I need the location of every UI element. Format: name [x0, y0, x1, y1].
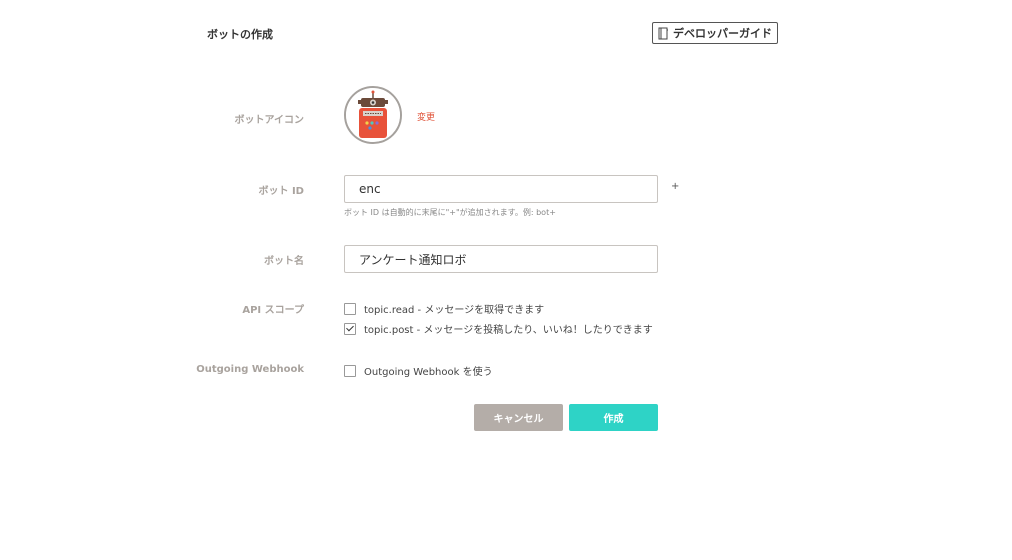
- create-button[interactable]: 作成: [569, 404, 658, 431]
- topic-post-checkbox[interactable]: [344, 322, 356, 335]
- topic-read-checkbox[interactable]: [344, 302, 356, 315]
- bot-id-hint: ボット ID は自動的に末尾に"+"が追加されます。例: bot+: [344, 208, 556, 217]
- bot-id-suffix: +: [671, 181, 680, 192]
- topic-read-label: topic.read - メッセージを取得できます: [364, 305, 545, 316]
- bot-name-input[interactable]: [344, 245, 658, 273]
- bot-id-input[interactable]: [344, 175, 658, 203]
- api-scope-label: API スコープ: [242, 305, 304, 316]
- developer-guide-label: デベロッパーガイド: [673, 27, 772, 40]
- topic-post-label: topic.post - メッセージを投稿したり、いいね！したりできます: [364, 325, 653, 336]
- outgoing-webhook-option-label: Outgoing Webhook を使う: [364, 367, 493, 378]
- create-bot-page: ボットの作成 デベロッパーガイド ボットアイコン 変更 ボット ID enc +…: [0, 0, 1012, 560]
- scope-topic-post[interactable]: topic.post - メッセージを投稿したり、いいね！したりできます: [344, 321, 653, 336]
- outgoing-webhook-option[interactable]: Outgoing Webhook を使う: [344, 363, 493, 378]
- bot-icon-label: ボットアイコン: [234, 115, 305, 126]
- outgoing-webhook-checkbox[interactable]: [344, 364, 356, 377]
- bot-name-label: ボット名: [264, 256, 304, 267]
- developer-guide-button[interactable]: デベロッパーガイド: [652, 22, 778, 44]
- book-icon: [658, 27, 669, 40]
- bot-id-label: ボット ID: [258, 186, 304, 197]
- cancel-button[interactable]: キャンセル: [474, 404, 563, 431]
- page-title: ボットの作成: [207, 28, 273, 41]
- change-icon-link[interactable]: 変更: [417, 110, 435, 123]
- outgoing-webhook-label: Outgoing Webhook: [196, 364, 304, 375]
- scope-topic-read[interactable]: topic.read - メッセージを取得できます: [344, 301, 544, 316]
- robot-avatar[interactable]: [344, 86, 402, 144]
